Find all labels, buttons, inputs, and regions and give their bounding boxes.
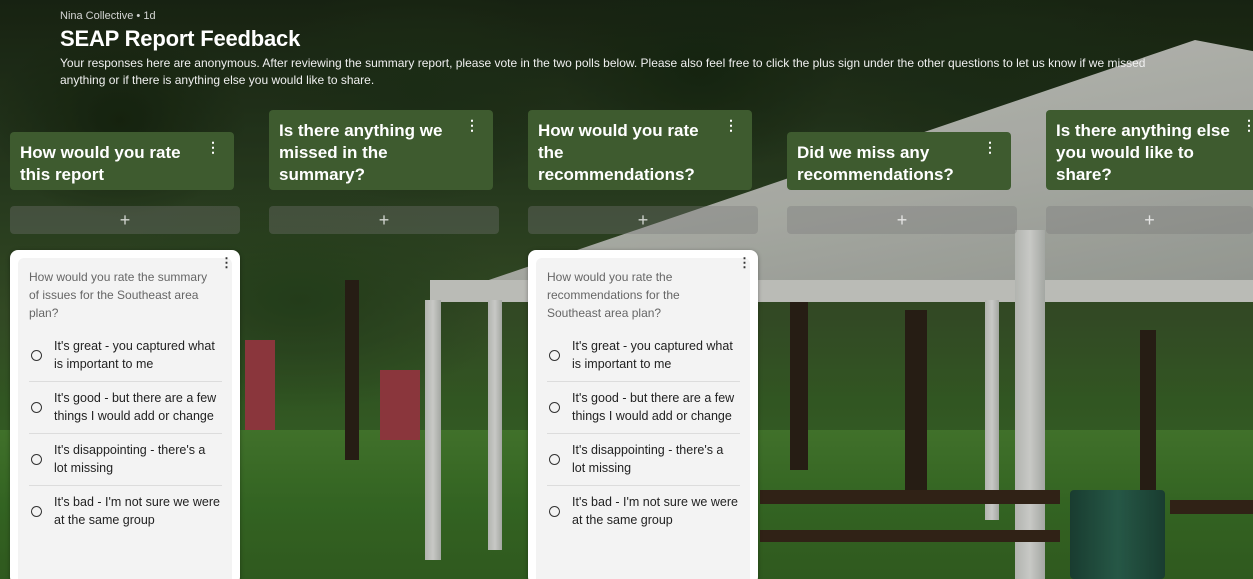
poll-option-label: It's disappointing - there's a lot missi… — [54, 443, 206, 475]
column-title: Did we miss any recommendations? — [797, 143, 954, 184]
column-menu-icon[interactable]: ⋮ — [465, 118, 479, 132]
poll-option[interactable]: It's good - but there are a few things I… — [29, 382, 222, 434]
post-menu-icon[interactable]: ⋮ — [220, 256, 233, 269]
poll-option-label: It's disappointing - there's a lot missi… — [572, 443, 724, 475]
radio-button[interactable] — [31, 506, 42, 517]
radio-button[interactable] — [31, 454, 42, 465]
column-header-anything-else[interactable]: Is there anything else you would like to… — [1046, 110, 1253, 190]
radio-button[interactable] — [549, 350, 560, 361]
poll-option-label: It's bad - I'm not sure we were at the s… — [572, 495, 738, 527]
column-header-rate-recommendations[interactable]: How would you rate the recommendations? … — [528, 110, 752, 190]
radio-button[interactable] — [31, 350, 42, 361]
poll-option[interactable]: It's disappointing - there's a lot missi… — [29, 434, 222, 486]
radio-button[interactable] — [549, 454, 560, 465]
poll-option-label: It's great - you captured what is import… — [54, 339, 215, 371]
column-title: How would you rate the recommendations? — [538, 121, 699, 184]
poll-question: How would you rate the summary of issues… — [29, 270, 208, 320]
column-header-missed-summary[interactable]: Is there anything we missed in the summa… — [269, 110, 493, 190]
column-title: Is there anything we missed in the summa… — [279, 121, 443, 184]
radio-button[interactable] — [549, 402, 560, 413]
add-post-button[interactable]: + — [528, 206, 758, 234]
plus-icon: + — [119, 209, 131, 230]
radio-button[interactable] — [549, 506, 560, 517]
plus-icon: + — [378, 209, 390, 230]
poll-option[interactable]: It's great - you captured what is import… — [547, 330, 740, 382]
add-post-button[interactable]: + — [1046, 206, 1253, 234]
poll-option-label: It's good - but there are a few things I… — [572, 391, 735, 423]
page-title: SEAP Report Feedback — [60, 26, 301, 51]
radio-button[interactable] — [31, 402, 42, 413]
column-title: Is there anything else you would like to… — [1056, 121, 1230, 184]
add-post-button[interactable]: + — [269, 206, 499, 234]
column-header-missed-recommendations[interactable]: Did we miss any recommendations? ⋮ — [787, 132, 1011, 190]
poll-option[interactable]: It's great - you captured what is import… — [29, 330, 222, 382]
poll-question: How would you rate the recommendations f… — [547, 270, 680, 320]
poll-body: How would you rate the summary of issues… — [18, 258, 232, 579]
poll-option[interactable]: It's bad - I'm not sure we were at the s… — [29, 486, 222, 537]
poll-option[interactable]: It's bad - I'm not sure we were at the s… — [547, 486, 740, 537]
add-post-button[interactable]: + — [787, 206, 1017, 234]
column-menu-icon[interactable]: ⋮ — [1242, 118, 1253, 132]
column-menu-icon[interactable]: ⋮ — [983, 140, 997, 154]
plus-icon: + — [1144, 209, 1155, 230]
poll-option-label: It's bad - I'm not sure we were at the s… — [54, 495, 220, 527]
column-menu-icon[interactable]: ⋮ — [724, 118, 738, 132]
post-meta: Nina Collective • 1d — [60, 10, 156, 22]
plus-icon: + — [637, 209, 649, 230]
poll-card-recommendations: How would you rate the recommendations f… — [528, 250, 758, 579]
poll-option[interactable]: It's disappointing - there's a lot missi… — [547, 434, 740, 486]
post-menu-icon[interactable]: ⋮ — [738, 256, 751, 269]
poll-option[interactable]: It's good - but there are a few things I… — [547, 382, 740, 434]
add-post-button[interactable]: + — [10, 206, 240, 234]
column-title: How would you rate this report — [20, 143, 181, 184]
poll-body: How would you rate the recommendations f… — [536, 258, 750, 579]
column-menu-icon[interactable]: ⋮ — [206, 140, 220, 154]
poll-options: It's great - you captured what is import… — [547, 330, 740, 537]
poll-option-label: It's great - you captured what is import… — [572, 339, 733, 371]
poll-card-summary: How would you rate the summary of issues… — [10, 250, 240, 579]
board-description: Your responses here are anonymous. After… — [60, 56, 1146, 87]
poll-options: It's great - you captured what is import… — [29, 330, 222, 537]
board-header: Nina Collective • 1d SEAP Report Feedbac… — [60, 10, 1170, 89]
poll-option-label: It's good - but there are a few things I… — [54, 391, 217, 423]
column-header-rate-report[interactable]: How would you rate this report ⋮ — [10, 132, 234, 190]
plus-icon: + — [896, 209, 908, 230]
